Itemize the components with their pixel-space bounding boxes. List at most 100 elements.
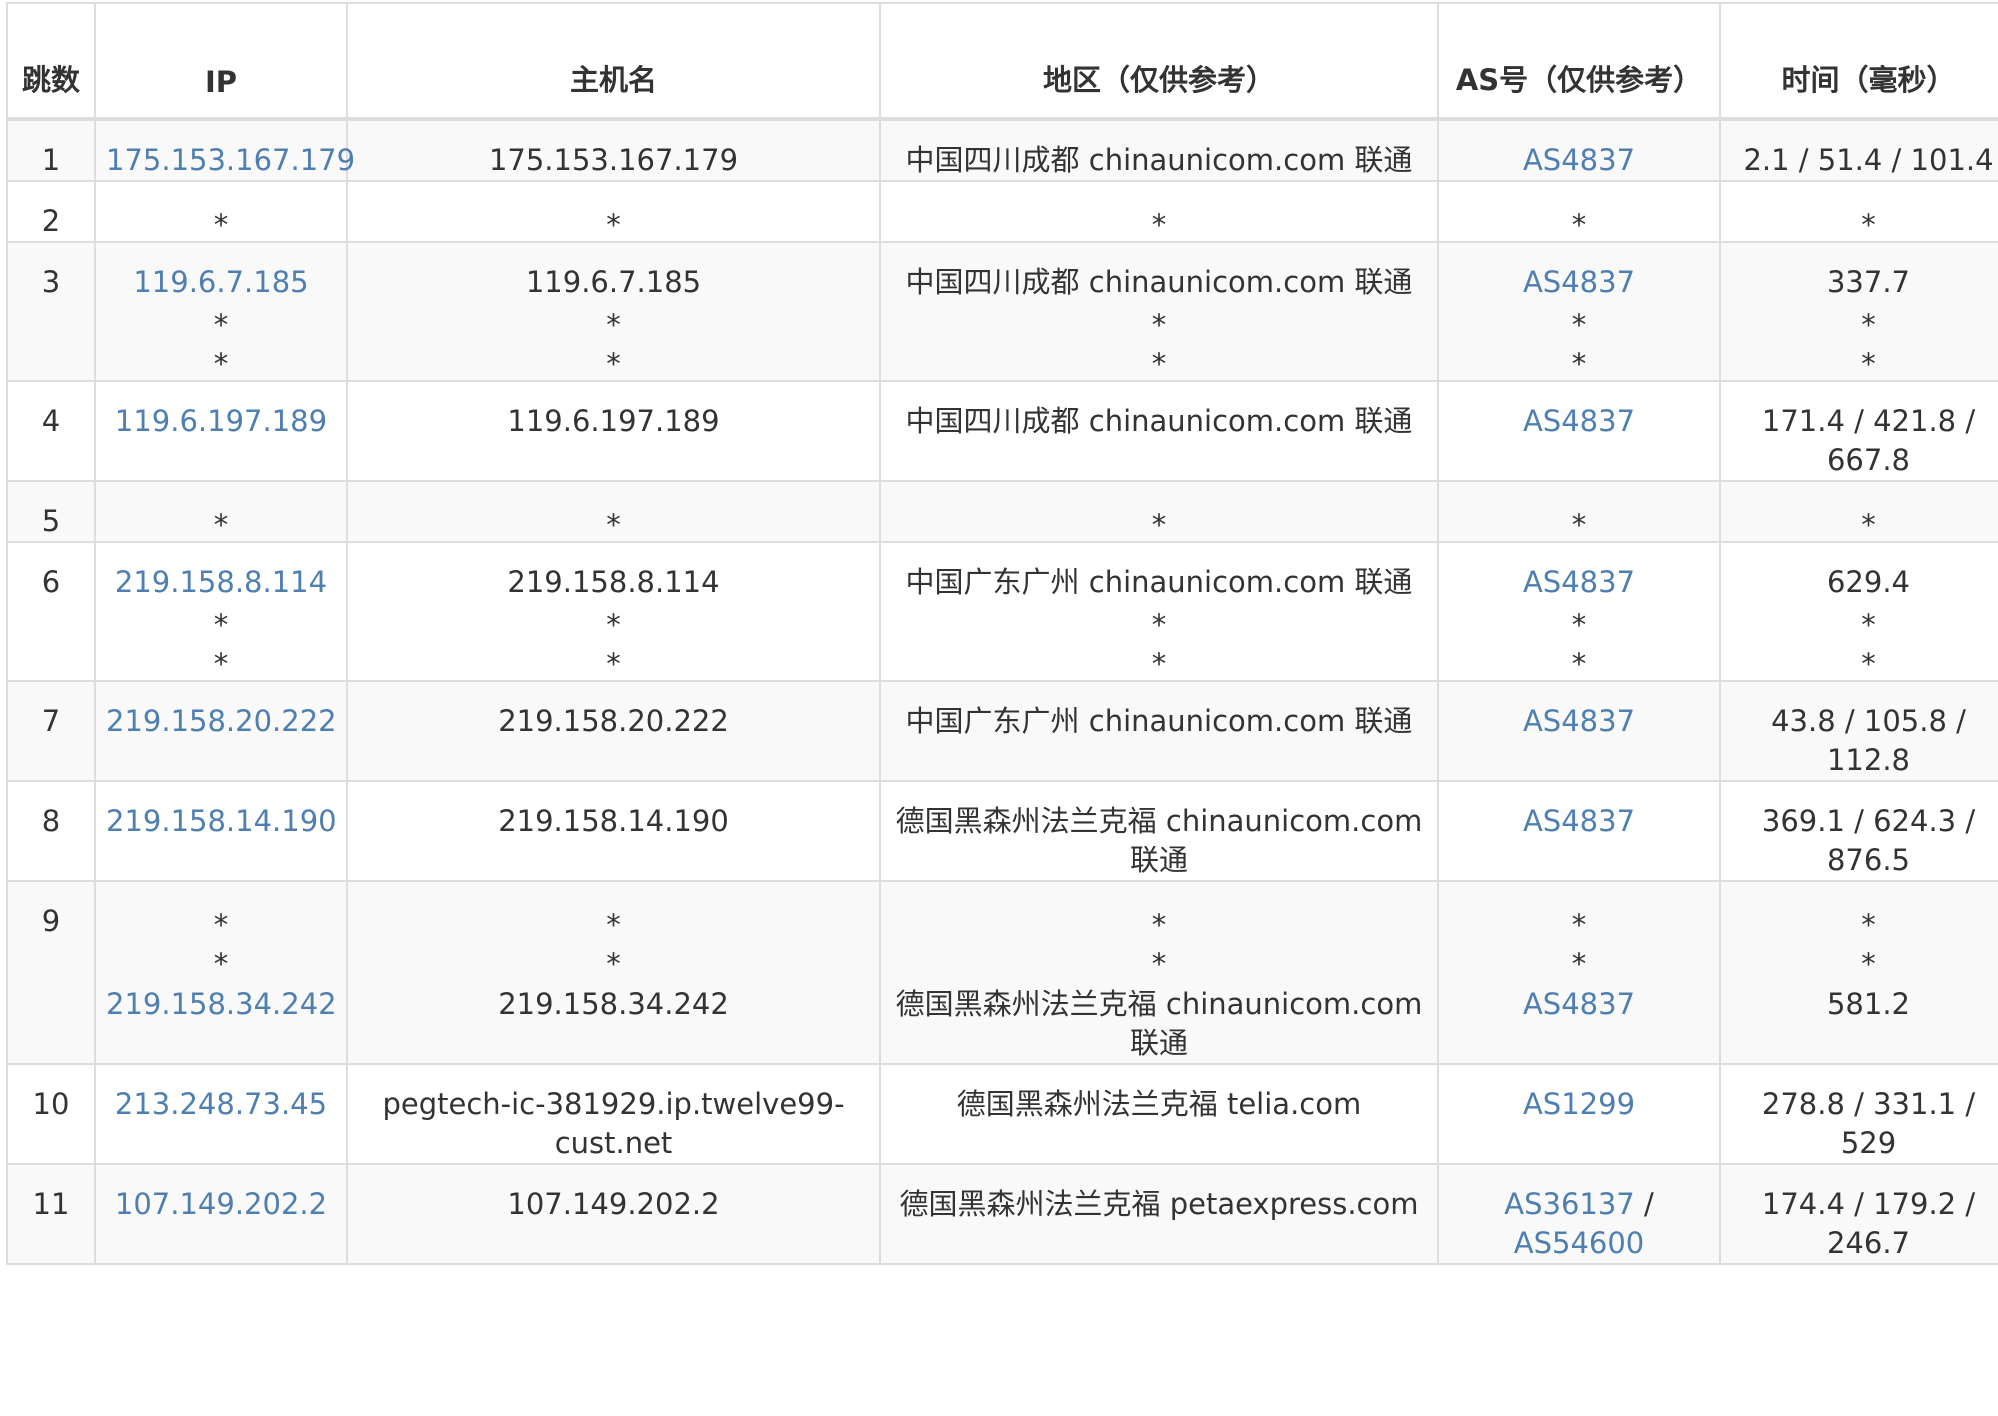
region-value: 德国黑森州法兰克福 telia.com xyxy=(956,1087,1362,1121)
column-header-as: AS号（仅供参考） xyxy=(1437,2,1721,121)
empty-marker: * xyxy=(1861,947,1876,981)
time-cell: * * 581.2 xyxy=(1719,880,1998,1065)
region-value: 中国四川成都 chinaunicom.com 联通 xyxy=(905,265,1413,299)
as-line: AS4837 xyxy=(1449,985,1709,1024)
hostname-cell: pegtech-ic-381929.ip.twelve99-cust.net xyxy=(346,1063,881,1165)
region-cell: 中国广东广州 chinaunicom.com 联通 * * xyxy=(879,541,1439,682)
region-value: 中国四川成都 chinaunicom.com 联通 xyxy=(905,404,1413,438)
empty-marker: * xyxy=(1571,647,1587,681)
empty-marker: * xyxy=(213,308,229,342)
empty-marker: * xyxy=(606,508,621,542)
ip-value-link[interactable]: 219.158.8.114 xyxy=(106,563,336,602)
host-value: pegtech-ic-381929.ip.twelve99-cust.net xyxy=(382,1087,845,1160)
region-cell: 德国黑森州法兰克福 petaexpress.com xyxy=(879,1163,1439,1265)
empty-marker: * xyxy=(1151,908,1167,942)
table-row: 6 219.158.8.114 * * 219.158.8.114 * * 中国广东广州 ch… xyxy=(6,541,1998,682)
as-separator: / xyxy=(1634,1187,1654,1221)
ip-value-link[interactable]: 219.158.34.242 xyxy=(106,985,337,1024)
as-line: AS4837 xyxy=(1449,802,1709,841)
empty-marker: * xyxy=(606,347,621,381)
as-line: AS4837 xyxy=(1449,263,1709,302)
time-cell: 174.4 / 179.2 / 246.7 xyxy=(1719,1163,1998,1265)
as-line: AS4837 xyxy=(1449,563,1709,602)
as-cell: AS4837 xyxy=(1437,380,1721,482)
as-cell: AS36137 / AS54600 xyxy=(1437,1163,1721,1265)
hostname-cell: * xyxy=(346,480,881,543)
ip-cell: 119.6.197.189 xyxy=(94,380,348,482)
ip-value-link[interactable]: 175.153.167.179 xyxy=(106,141,355,180)
empty-marker: * xyxy=(1151,508,1167,542)
as-number-link[interactable]: AS4837 xyxy=(1523,704,1635,738)
hostname-cell: 175.153.167.179 xyxy=(346,118,881,182)
region-value: 中国广东广州 chinaunicom.com 联通 xyxy=(905,565,1413,599)
empty-marker: * xyxy=(1861,208,1876,242)
as-number-link[interactable]: AS4837 xyxy=(1523,804,1635,838)
time-cell: 629.4 * * xyxy=(1719,541,1998,682)
as-line: AS4837 xyxy=(1449,402,1709,441)
as-cell: AS4837 xyxy=(1437,118,1721,182)
header-row: 跳数 IP 主机名 地区（仅供参考） AS号（仅供参考） 时间（毫秒） xyxy=(6,2,1998,121)
ip-value-link[interactable]: 219.158.20.222 xyxy=(106,702,337,741)
table-row: 10 213.248.73.45 pegtech-ic-381929.ip.twel… xyxy=(6,1063,1998,1165)
empty-marker: * xyxy=(1861,647,1876,681)
ip-cell: 175.153.167.179 xyxy=(94,118,355,182)
hop-cell: 7 xyxy=(6,680,96,782)
empty-marker: * xyxy=(1151,308,1167,342)
as-number-link[interactable]: AS4837 xyxy=(1523,143,1635,177)
time-cell: 43.8 / 105.8 / 112.8 xyxy=(1719,680,1998,782)
region-cell: * * 德国黑森州法兰克福 chinaunicom.com 联通 xyxy=(879,880,1439,1065)
as-number-link[interactable]: AS54600 xyxy=(1514,1226,1645,1260)
ip-cell: 119.6.7.185 * * xyxy=(94,241,348,382)
hop-cell: 5 xyxy=(6,480,96,543)
as-cell: AS4837 xyxy=(1437,680,1721,782)
region-cell: 中国广东广州 chinaunicom.com 联通 xyxy=(879,680,1439,782)
ip-value-link[interactable]: 119.6.197.189 xyxy=(106,402,336,441)
time-cell: * xyxy=(1719,180,1998,243)
ip-cell: 107.149.202.2 xyxy=(94,1163,348,1265)
time-value: 43.8 / 105.8 / 112.8 xyxy=(1771,704,1966,777)
empty-marker: * xyxy=(213,647,229,681)
as-number-link[interactable]: AS4837 xyxy=(1523,404,1635,438)
as-number-link[interactable]: AS4837 xyxy=(1523,565,1635,599)
hostname-cell: * * 219.158.34.242 xyxy=(346,880,881,1065)
as-number-link[interactable]: AS36137 xyxy=(1504,1187,1635,1221)
empty-marker: * xyxy=(1151,208,1167,242)
column-header-hostname: 主机名 xyxy=(346,2,881,121)
hostname-cell: * xyxy=(346,180,881,243)
empty-marker: * xyxy=(213,508,229,542)
empty-marker: * xyxy=(1571,308,1587,342)
time-value: 2.1 / 51.4 / 101.4 xyxy=(1743,143,1994,177)
hostname-cell: 219.158.8.114 * * xyxy=(346,541,881,682)
ip-value-link[interactable]: 119.6.7.185 xyxy=(106,263,336,302)
empty-marker: * xyxy=(606,647,621,681)
table-row: 5 * * * * * xyxy=(6,480,1998,543)
ip-value-link[interactable]: 213.248.73.45 xyxy=(106,1085,336,1124)
ip-value-link[interactable]: 107.149.202.2 xyxy=(106,1185,336,1224)
hop-cell: 1 xyxy=(6,118,96,182)
empty-marker: * xyxy=(1571,347,1587,381)
ip-value-link[interactable]: 219.158.14.190 xyxy=(106,802,337,841)
as-number-link[interactable]: AS1299 xyxy=(1523,1087,1635,1121)
hop-cell: 3 xyxy=(6,241,96,382)
as-line: AS36137 / AS54600 xyxy=(1449,1185,1709,1263)
host-value: 219.158.14.190 xyxy=(498,804,729,838)
as-cell: * xyxy=(1437,180,1721,243)
as-number-link[interactable]: AS4837 xyxy=(1523,987,1635,1021)
empty-marker: * xyxy=(1861,508,1876,542)
empty-marker: * xyxy=(606,308,621,342)
hostname-cell: 219.158.20.222 xyxy=(346,680,881,782)
as-number-link[interactable]: AS4837 xyxy=(1523,265,1635,299)
host-value: 119.6.7.185 xyxy=(525,265,702,299)
time-cell: 278.8 / 331.1 / 529 xyxy=(1719,1063,1998,1165)
host-value: 219.158.8.114 xyxy=(507,565,720,599)
column-header-hop: 跳数 xyxy=(6,2,96,121)
time-value: 278.8 / 331.1 / 529 xyxy=(1761,1087,1976,1160)
region-value: 德国黑森州法兰克福 chinaunicom.com 联通 xyxy=(895,804,1423,877)
empty-marker: * xyxy=(1861,347,1876,381)
empty-marker: * xyxy=(1571,208,1587,242)
empty-marker: * xyxy=(1151,647,1167,681)
region-cell: 中国四川成都 chinaunicom.com 联通 xyxy=(879,380,1439,482)
time-cell: 2.1 / 51.4 / 101.4 xyxy=(1719,118,1998,182)
table-row: 7 219.158.20.222 219.158.20.222 中国广东广州 chin… xyxy=(6,680,1998,782)
empty-marker: * xyxy=(1861,608,1876,642)
